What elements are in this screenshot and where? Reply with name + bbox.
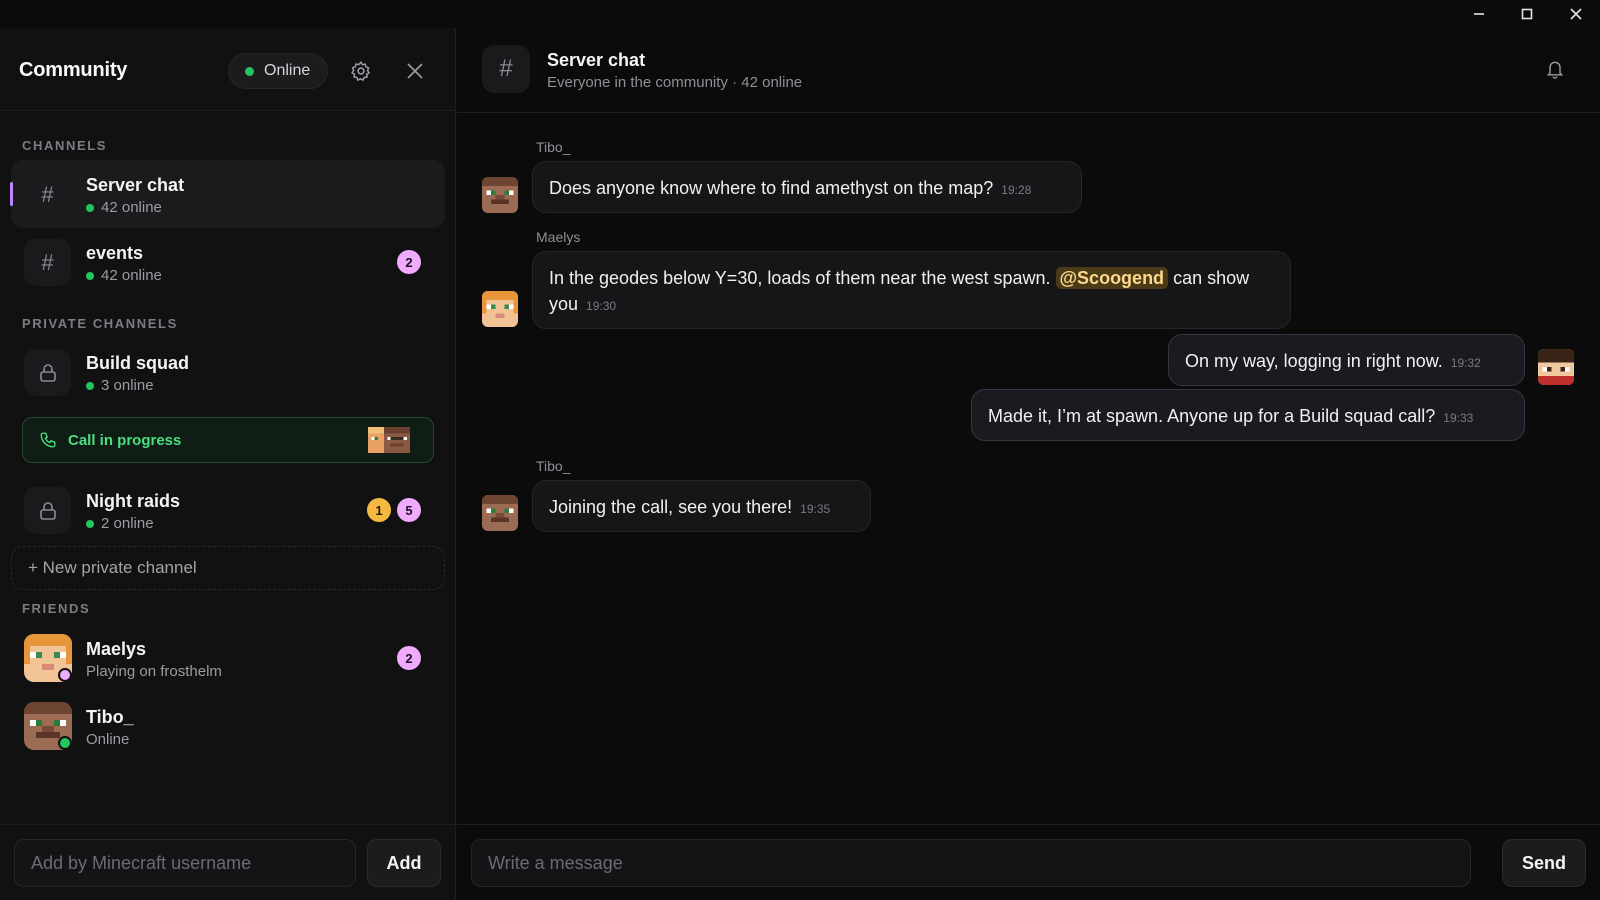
message-timestamp: 19:28 bbox=[1001, 183, 1032, 197]
channel-build-squad[interactable]: Build squad 3 online bbox=[11, 338, 445, 406]
hash-icon: # bbox=[482, 45, 530, 93]
message-text: On my way, logging in right now. bbox=[1185, 351, 1443, 371]
message-sender: Tibo_ bbox=[536, 458, 571, 474]
phone-icon bbox=[40, 432, 56, 448]
message-bubble: In the geodes below Y=30, loads of them … bbox=[532, 251, 1291, 329]
friend-name: Maelys bbox=[86, 639, 147, 659]
mention-badge: 1 bbox=[367, 498, 391, 522]
maximize-icon[interactable] bbox=[1511, 2, 1543, 26]
private-channels-section-label: PRIVATE CHANNELS bbox=[22, 316, 178, 331]
message-text: Made it, I’m at spawn. Anyone up for a B… bbox=[988, 406, 1436, 426]
message-sender: Maelys bbox=[536, 229, 581, 245]
channel-name: events bbox=[86, 243, 144, 263]
window-titlebar bbox=[0, 0, 1600, 28]
status-label: Online bbox=[264, 62, 311, 79]
friend-status: Online bbox=[86, 731, 130, 748]
message-sender: Tibo_ bbox=[536, 139, 571, 155]
message-timestamp: 19:32 bbox=[1450, 356, 1481, 370]
hash-icon: # bbox=[41, 181, 54, 207]
channel-name: Build squad bbox=[86, 353, 189, 373]
friend-name: Tibo_ bbox=[86, 707, 134, 727]
channel-night-raids[interactable]: Night raids 2 online 1 5 bbox=[11, 476, 445, 544]
channel-online-count: 3 online bbox=[86, 377, 154, 394]
avatar bbox=[1538, 349, 1574, 385]
message-text: Does anyone know where to find amethyst … bbox=[549, 178, 994, 198]
chat-panel: # Server chat Everyone in the community … bbox=[457, 28, 1600, 900]
new-private-channel-button[interactable]: + New private channel bbox=[11, 546, 445, 590]
message-timestamp: 19:35 bbox=[800, 502, 831, 516]
hash-icon: # bbox=[24, 239, 71, 286]
message-bubble-own: Made it, I’m at spawn. Anyone up for a B… bbox=[971, 389, 1525, 441]
close-icon[interactable] bbox=[1560, 2, 1592, 26]
call-label: Call in progress bbox=[68, 432, 182, 449]
channel-online-count: 2 online bbox=[86, 515, 154, 532]
close-panel-icon[interactable] bbox=[398, 54, 432, 88]
add-friend-button[interactable]: Add bbox=[367, 839, 441, 887]
channels-section-label: CHANNELS bbox=[22, 138, 108, 153]
call-in-progress-banner[interactable]: Call in progress bbox=[22, 417, 434, 463]
call-participant-avatar bbox=[384, 427, 410, 453]
status-toggle[interactable]: Online bbox=[228, 53, 328, 89]
message-text: In the geodes below Y=30, loads of them … bbox=[549, 268, 1056, 288]
friend-status: Playing on frosthelm bbox=[86, 663, 222, 680]
chat-title: Server chat bbox=[547, 50, 646, 70]
channel-events[interactable]: # events 42 online 2 bbox=[11, 228, 445, 296]
friend-tibo[interactable]: Tibo_ Online bbox=[11, 694, 445, 758]
lock-icon bbox=[24, 349, 71, 396]
friend-maelys[interactable]: Maelys Playing on frosthelm 2 bbox=[11, 626, 445, 690]
unread-badge: 2 bbox=[397, 646, 421, 670]
message-bubble: Does anyone know where to find amethyst … bbox=[532, 161, 1082, 213]
channel-online-count: 42 online bbox=[86, 199, 162, 216]
chat-subtitle: Everyone in the community · 42 online bbox=[547, 74, 803, 91]
channel-server-chat[interactable]: # Server chat 42 online bbox=[10, 160, 445, 228]
message-timestamp: 19:30 bbox=[586, 299, 617, 313]
user-mention[interactable]: @Scoogend bbox=[1055, 267, 1169, 289]
message-bubble-own: On my way, logging in right now. 19:32 bbox=[1168, 334, 1525, 386]
avatar bbox=[482, 177, 518, 213]
avatar bbox=[482, 495, 518, 531]
message-bubble: Joining the call, see you there! 19:35 bbox=[532, 480, 871, 532]
friends-section-label: FRIENDS bbox=[22, 601, 91, 616]
chat-header: # Server chat Everyone in the community … bbox=[457, 28, 1600, 113]
active-indicator bbox=[10, 182, 13, 206]
send-button[interactable]: Send bbox=[1502, 839, 1586, 887]
lock-icon bbox=[24, 487, 71, 534]
add-friend-input[interactable] bbox=[14, 839, 356, 887]
add-friend-bar: Add bbox=[0, 824, 456, 900]
app-title: Community bbox=[19, 59, 128, 81]
channel-name: Server chat bbox=[86, 175, 185, 195]
unread-badge: 2 bbox=[397, 250, 421, 274]
composer: Send bbox=[457, 824, 1600, 900]
gear-icon[interactable] bbox=[344, 54, 378, 88]
bell-icon[interactable] bbox=[1538, 52, 1572, 86]
channel-online-count: 42 online bbox=[86, 267, 162, 284]
message-input[interactable] bbox=[471, 839, 1471, 887]
unread-badge: 5 bbox=[397, 498, 421, 522]
message-timestamp: 19:33 bbox=[1443, 411, 1474, 425]
online-dot-icon bbox=[245, 66, 254, 76]
presence-dot-icon bbox=[58, 736, 72, 750]
channel-name: Night raids bbox=[86, 491, 181, 511]
avatar bbox=[482, 291, 518, 327]
sidebar: Community Online CHANNELS # Server chat … bbox=[0, 28, 456, 900]
message-text: Joining the call, see you there! bbox=[549, 497, 793, 517]
presence-dot-icon bbox=[58, 668, 72, 682]
sidebar-header: Community Online bbox=[0, 28, 456, 111]
minimize-icon[interactable] bbox=[1463, 2, 1495, 26]
